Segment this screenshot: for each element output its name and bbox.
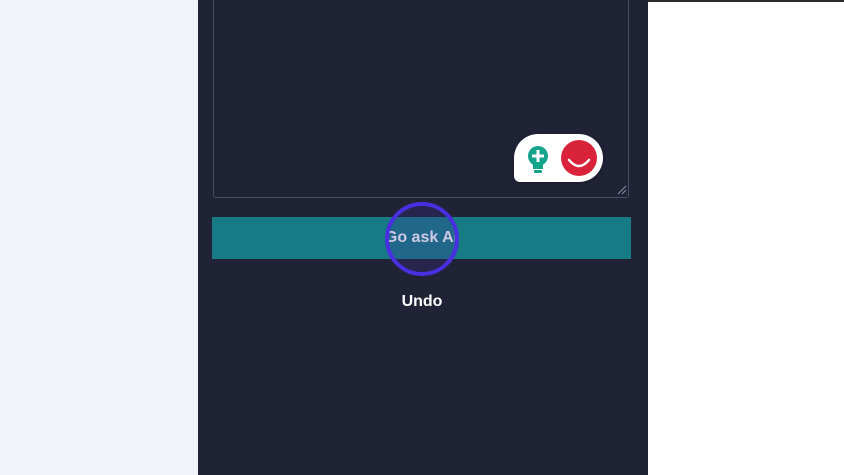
page-background-left xyxy=(0,0,198,475)
extension-widget[interactable] xyxy=(514,134,603,182)
top-divider-line xyxy=(648,0,844,2)
go-ask-ai-button[interactable]: Go ask AI xyxy=(212,217,631,259)
page-background-right xyxy=(648,0,844,475)
undo-link[interactable]: Undo xyxy=(380,290,464,314)
go-ask-ai-label: Go ask AI xyxy=(384,229,459,246)
red-smile-icon[interactable] xyxy=(561,140,597,176)
undo-label: Undo xyxy=(401,293,443,310)
resize-handle-icon[interactable] xyxy=(617,185,627,195)
lightbulb-plus-icon[interactable] xyxy=(525,145,551,175)
